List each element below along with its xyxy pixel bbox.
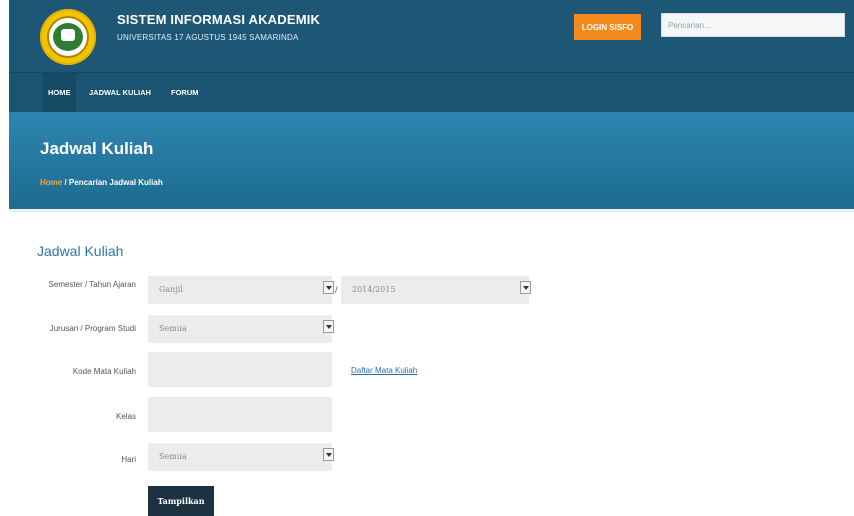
banner-divider	[9, 209, 854, 212]
kelas-label: Kelas	[115, 412, 136, 421]
university-logo-icon	[40, 9, 96, 65]
tampilkan-button[interactable]: Tampilkan	[148, 486, 214, 516]
nav-home[interactable]: HOME	[43, 73, 76, 113]
chevron-down-icon[interactable]	[520, 281, 531, 294]
app-title: SISTEM INFORMASI AKADEMIK	[117, 12, 321, 27]
kode-mata-kuliah-label: Kode Mata Kuliah	[72, 367, 136, 376]
breadcrumb-current: / Pencarian Jadwal Kuliah	[62, 178, 163, 187]
logo-emblem	[53, 23, 83, 51]
tahun-separator: /	[335, 285, 338, 295]
daftar-mata-kuliah-link[interactable]: Daftar Mata Kuliah	[351, 366, 417, 375]
university-name: UNIVERSITAS 17 AGUSTUS 1945 SAMARINDA	[117, 33, 299, 42]
jurusan-label: Jurusan / Program Studi	[49, 324, 136, 333]
jurusan-value: Semua	[159, 324, 187, 333]
chevron-down-icon[interactable]	[323, 281, 334, 294]
semester-select[interactable]: Ganjil	[148, 276, 334, 304]
chevron-down-icon[interactable]	[323, 320, 334, 333]
hari-select[interactable]: Semua	[148, 443, 334, 471]
breadcrumb-home-link[interactable]: Home	[40, 178, 62, 187]
semester-label: Semester / Tahun Ajaran	[48, 280, 136, 289]
tahun-ajaran-value: 2014/2015	[352, 285, 396, 294]
nav-jadwal-kuliah[interactable]: JADWAL KULIAH	[84, 73, 156, 113]
semester-value: Ganjil	[159, 285, 183, 294]
tahun-ajaran-select[interactable]: 2014/2015	[341, 276, 531, 304]
nav-forum[interactable]: FORUM	[166, 73, 204, 113]
login-sisfo-button[interactable]: LOGIN SISFO	[574, 14, 641, 40]
kelas-input[interactable]	[148, 397, 332, 432]
hari-value: Semua	[159, 452, 187, 461]
page-title: Jadwal Kuliah	[40, 139, 154, 158]
kode-mata-kuliah-input[interactable]	[148, 352, 332, 387]
page-banner: Jadwal Kuliah Home / Pencarian Jadwal Ku…	[9, 112, 854, 209]
form-section-title: Jadwal Kuliah	[37, 243, 124, 259]
search-input[interactable]	[661, 13, 845, 37]
main-nav: HOME JADWAL KULIAH FORUM	[9, 72, 854, 113]
chevron-down-icon[interactable]	[323, 448, 334, 461]
top-header: SISTEM INFORMASI AKADEMIK UNIVERSITAS 17…	[9, 0, 854, 72]
breadcrumb: Home / Pencarian Jadwal Kuliah	[40, 178, 163, 187]
hari-label: Hari	[121, 455, 136, 464]
jurusan-select[interactable]: Semua	[148, 315, 334, 343]
